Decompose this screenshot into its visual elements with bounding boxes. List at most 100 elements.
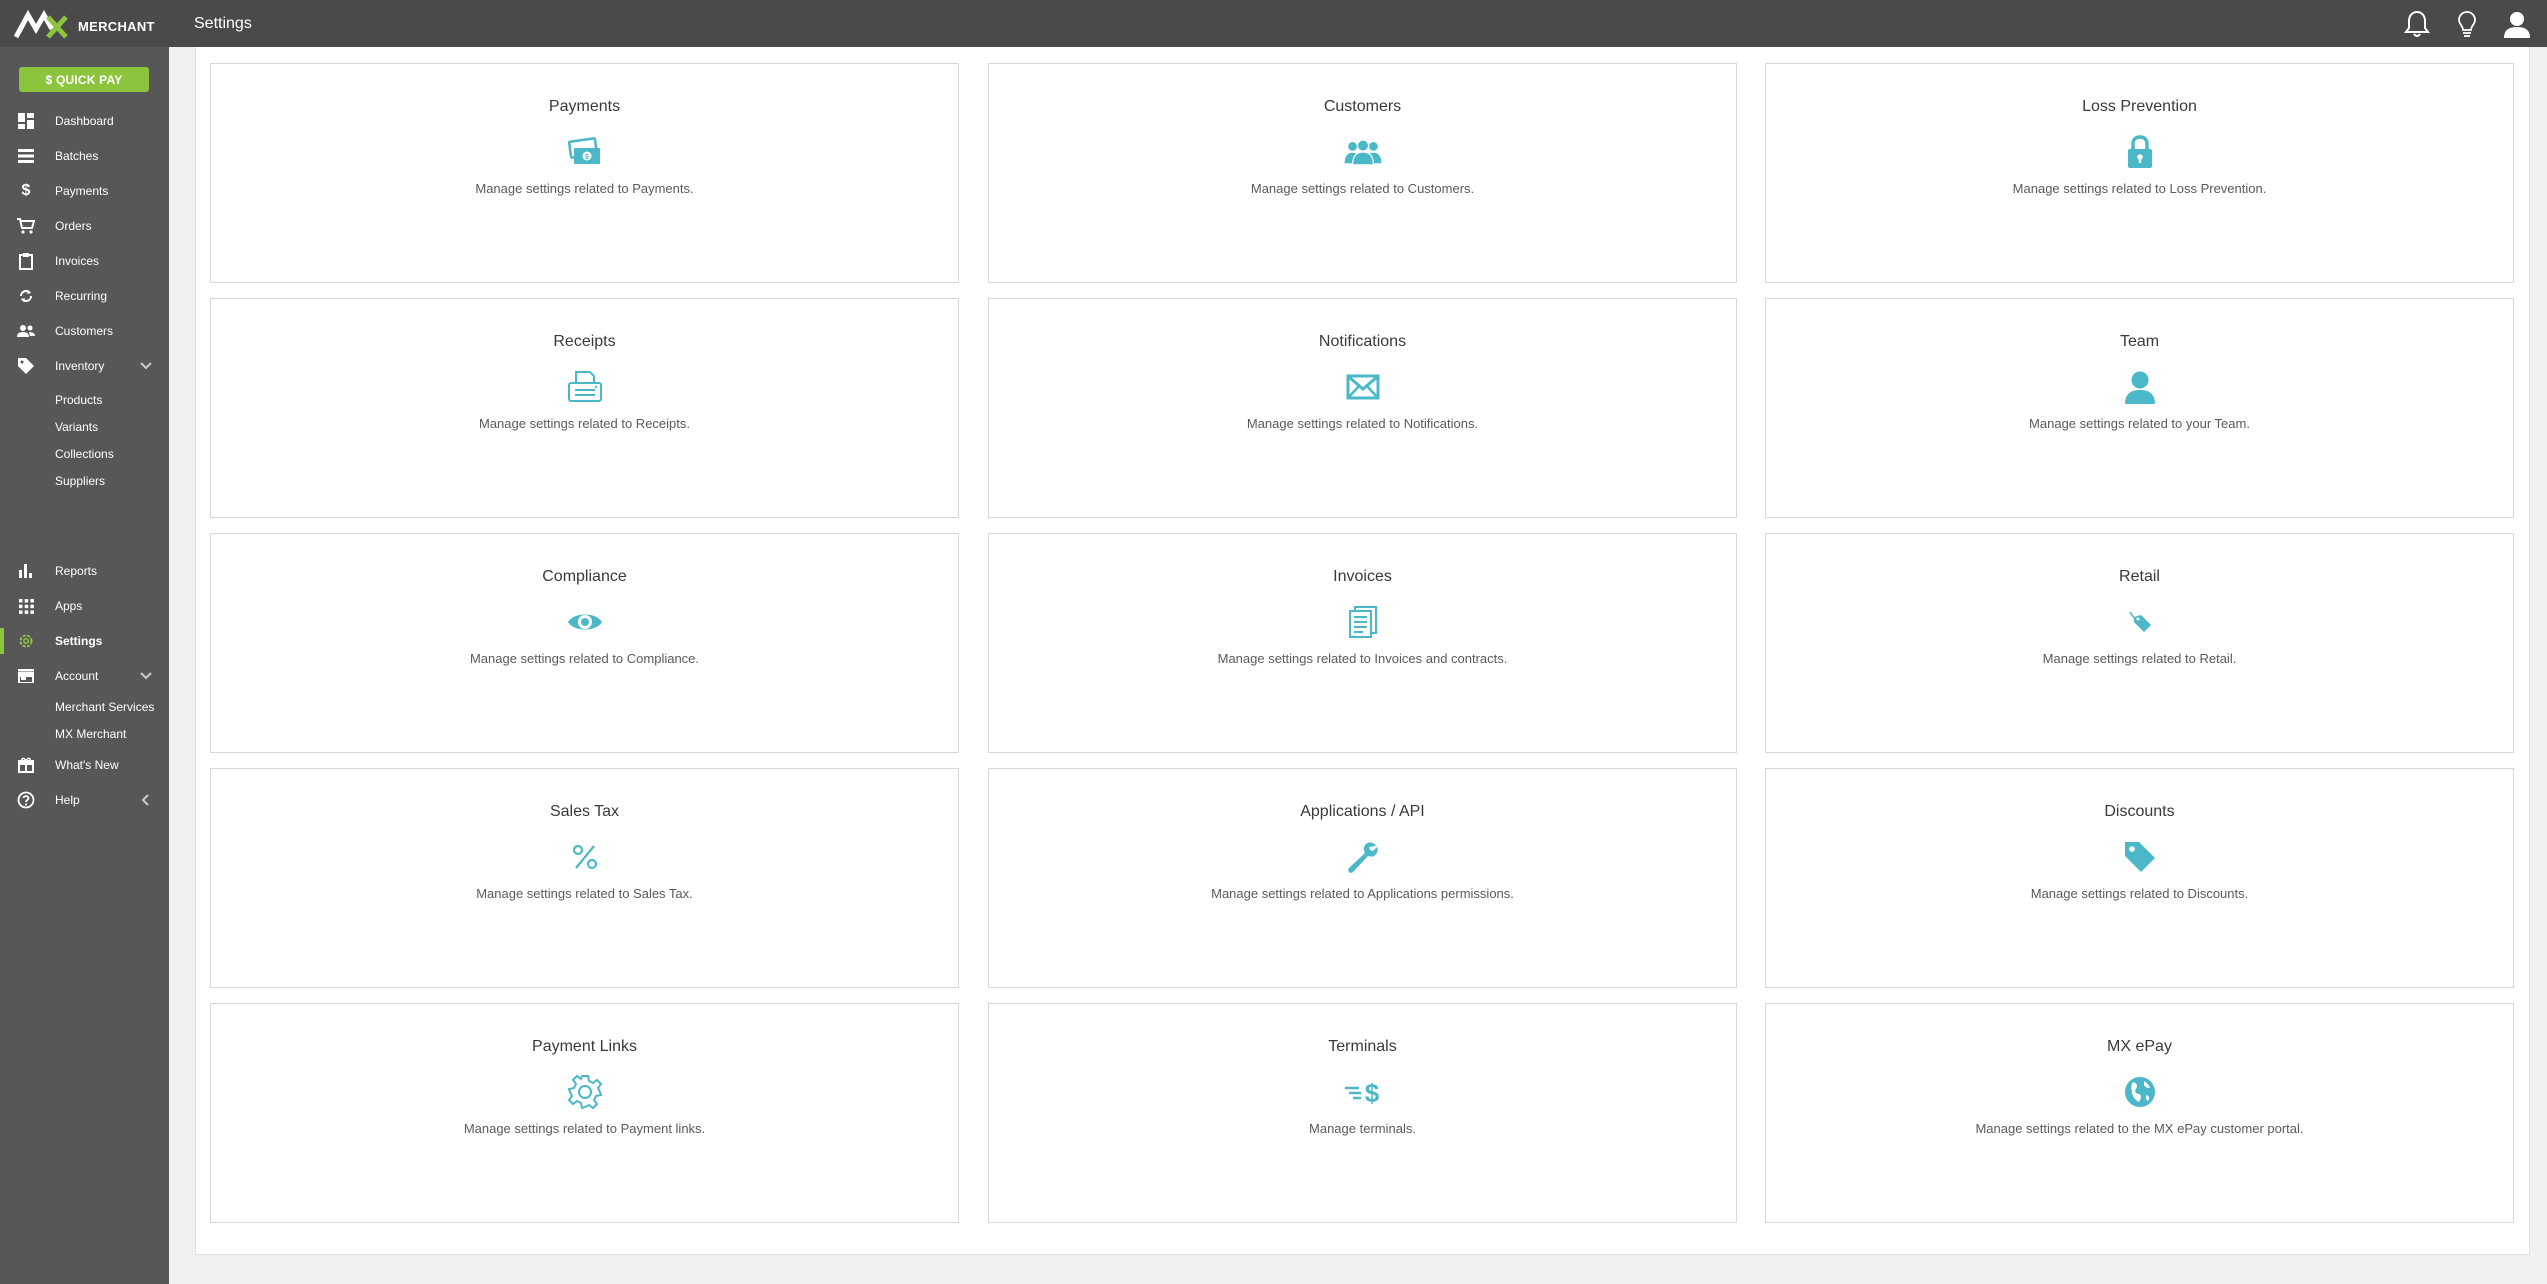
sidebar-item-label: What's New [55,758,119,772]
sidebar-sub-merchant-services[interactable]: Merchant Services [55,697,154,717]
dollar-icon: $ [21,182,31,199]
card-description: Manage settings related to Sales Tax. [476,886,693,901]
settings-card-sales-tax[interactable]: Sales Tax Manage settings related to Sal… [210,768,959,988]
sidebar-item-invoices[interactable]: Invoices [0,246,169,276]
card-description: Manage settings related to Applications … [1211,886,1514,901]
sidebar-item-label: Apps [55,599,83,613]
sidebar-item-help[interactable]: Help [0,785,169,815]
envelope-icon [1343,367,1383,407]
settings-card-payments[interactable]: Payments $ Manage settings related to Pa… [210,63,959,283]
sidebar-item-label: Orders [55,219,92,233]
card-description: Manage settings related to Receipts. [478,416,690,431]
document-icon [1343,602,1383,642]
card-description: Manage settings related to your Team. [2029,416,2250,431]
list-icon [17,147,35,165]
tag-icon [2120,837,2160,877]
settings-card-retail[interactable]: Retail Manage settings related to Retail… [1765,533,2514,753]
eye-icon [565,602,605,642]
settings-card-applications-api[interactable]: Applications / API Manage settings relat… [988,768,1737,988]
settings-card-notifications[interactable]: Notifications Manage settings related to… [988,298,1737,518]
grid-icon [17,597,35,615]
fast-dollar-icon: $ [1343,1072,1383,1112]
globe-icon [2120,1072,2160,1112]
logo[interactable]: MERCHANT [0,0,169,47]
settings-card-customers[interactable]: Customers Manage settings related to Cus… [988,63,1737,283]
sidebar-item-label: Settings [55,634,103,648]
sidebar: $ QUICK PAY Dashboard Batches $ Payments… [0,47,169,1284]
user-icon[interactable] [2501,8,2533,40]
sidebar-item-reports[interactable]: Reports [0,556,169,586]
lock-icon [2120,132,2160,172]
sidebar-item-inventory[interactable]: Inventory [0,351,169,381]
quick-pay-button[interactable]: $ QUICK PAY [19,67,149,92]
settings-card-payment-links[interactable]: Payment Links Manage settings related to… [210,1003,959,1223]
settings-card-loss-prevention[interactable]: Loss Prevention Manage settings related … [1765,63,2514,283]
sidebar-item-dashboard[interactable]: Dashboard [0,106,169,136]
money-icon: $ [565,132,605,172]
card-title: Receipts [553,333,616,350]
card-title: Payments [548,98,621,115]
printer-icon [565,367,605,407]
card-description: Manage settings related to Retail. [2042,651,2237,666]
settings-card-discounts[interactable]: Discounts Manage settings related to Dis… [1765,768,2514,988]
settings-card-receipts[interactable]: Receipts Manage settings related to Rece… [210,298,959,518]
sidebar-sub-collections[interactable]: Collections [55,444,114,464]
lightbulb-icon[interactable] [2451,8,2483,40]
bell-icon[interactable] [2401,8,2433,40]
settings-card-terminals[interactable]: Terminals $ Manage terminals. [988,1003,1737,1223]
card-description: Manage settings related to the MX ePay c… [1975,1121,2304,1136]
settings-card-invoices[interactable]: Invoices Manage settings related to Invo… [988,533,1737,753]
sidebar-sub-suppliers[interactable]: Suppliers [55,471,105,491]
settings-card-team[interactable]: Team Manage settings related to your Tea… [1765,298,2514,518]
sidebar-item-orders[interactable]: Orders [0,211,169,241]
tag-small-icon [2120,602,2160,642]
sidebar-item-label: Payments [55,184,109,198]
sidebar-item-apps[interactable]: Apps [0,591,169,621]
sidebar-sub-variants[interactable]: Variants [55,417,98,437]
card-title: Notifications [1318,333,1407,350]
svg-text:$: $ [1364,1078,1379,1107]
sidebar-item-recurring[interactable]: Recurring [0,281,169,311]
card-title: MX ePay [2107,1038,2172,1055]
top-bar: MERCHANT Settings [0,0,2547,47]
sidebar-item-label: Invoices [55,254,100,268]
chevron-left-icon [141,794,149,806]
sidebar-item-label: Recurring [55,289,108,303]
sidebar-item-label: Dashboard [55,114,114,128]
wrench-icon [1343,837,1383,877]
logo-mark-icon [14,9,68,39]
card-description: Manage terminals. [1309,1121,1416,1136]
card-title: Customers [1323,98,1402,115]
card-description: Manage settings related to Invoices and … [1217,651,1508,666]
sidebar-item-label: Account [55,669,99,683]
page-title: Settings [194,14,252,32]
sidebar-item-payments[interactable]: $ Payments [0,176,169,206]
cart-icon [17,217,35,235]
svg-text:$: $ [585,154,589,161]
card-description: Manage settings related to Compliance. [469,651,700,666]
sidebar-item-customers[interactable]: Customers [0,316,169,346]
sidebar-item-account[interactable]: Account [0,661,169,691]
sidebar-item-whats-new[interactable]: What's New [0,750,169,780]
card-title: Payment Links [532,1038,637,1055]
gift-icon [17,756,35,774]
card-title: Compliance [542,568,627,585]
card-title: Invoices [1333,568,1392,585]
sidebar-sub-products[interactable]: Products [55,390,102,410]
settings-card-mx-epay[interactable]: MX ePay Manage settings related to the M… [1765,1003,2514,1223]
gear-icon [17,632,35,650]
settings-card-compliance[interactable]: Compliance Manage settings related to Co… [210,533,959,753]
clipboard-icon [17,252,35,270]
sidebar-item-label: Inventory [55,359,105,373]
sidebar-item-label: Reports [55,564,98,578]
chevron-down-icon [140,672,152,680]
bar-chart-icon [17,562,35,580]
card-title: Sales Tax [549,803,620,820]
card-title: Terminals [1328,1038,1397,1055]
card-title: Retail [2119,568,2160,585]
card-description: Manage settings related to Notifications… [1246,416,1479,431]
sidebar-item-label: Customers [55,324,114,338]
sidebar-item-settings[interactable]: Settings [0,626,169,656]
sidebar-sub-mx-merchant[interactable]: MX Merchant [55,724,126,744]
sidebar-item-batches[interactable]: Batches [0,141,169,171]
